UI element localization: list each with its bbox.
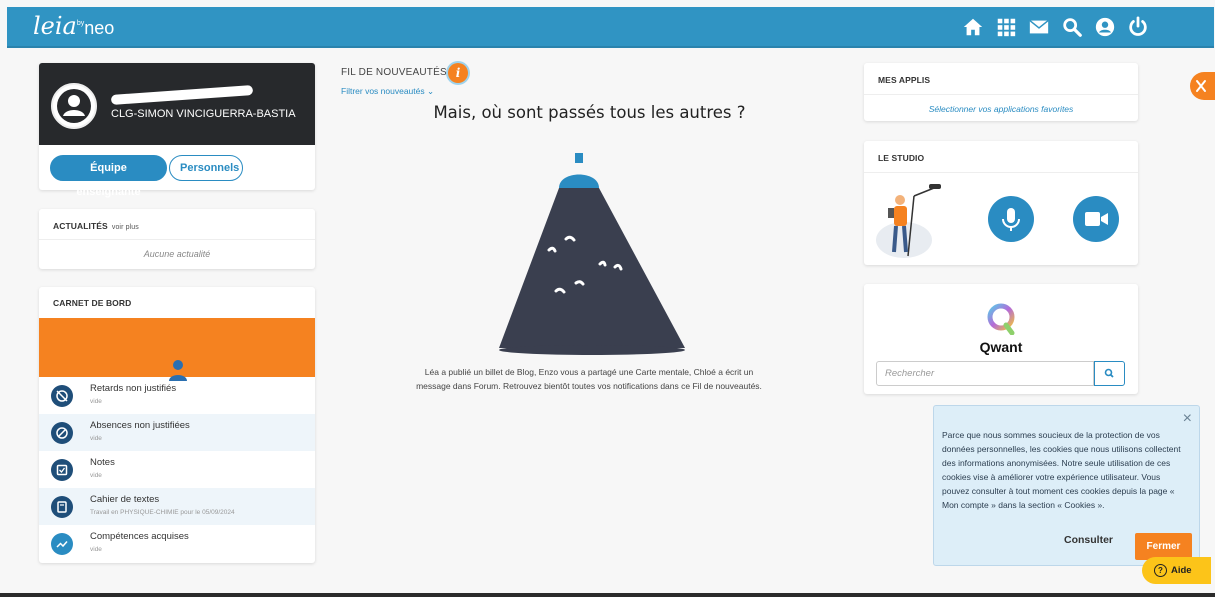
cookie-text: Parce que nous sommes soucieux de la pro… <box>942 430 1181 510</box>
search-icon[interactable] <box>1061 16 1083 38</box>
info-icon[interactable]: i <box>448 63 468 83</box>
select-favorite-apps-link[interactable]: Sélectionner vos applications favorites <box>864 104 1138 114</box>
divider <box>864 94 1138 95</box>
student-banner[interactable] <box>39 318 315 389</box>
logbook-item-homework[interactable]: Cahier de textes Travail en PHYSIQUE-CHI… <box>39 488 315 525</box>
feed-empty-heading: Mais, où sont passés tous les autres ? <box>433 103 746 122</box>
logbook-item-label: Cahier de textes <box>90 494 160 505</box>
qwant-logo-icon <box>987 303 1015 335</box>
staff-button[interactable]: Personnels <box>169 155 243 181</box>
profile-card: CLG-SIMON VINCIGUERRA-BASTIA Équipe ense… <box>39 63 315 198</box>
search-icon <box>1104 368 1114 378</box>
logbook-item-absences[interactable]: Absences non justifiées vide <box>39 414 315 451</box>
clock-off-icon <box>51 385 73 407</box>
my-apps-title: MES APPLIS <box>878 75 931 85</box>
trend-icon <box>51 533 73 555</box>
qwant-search-input[interactable] <box>876 361 1094 386</box>
video-button[interactable] <box>1073 196 1119 242</box>
book-icon <box>51 496 73 518</box>
help-icon: ? <box>1154 563 1167 577</box>
logbook-title: CARNET DE BORD <box>53 298 132 308</box>
apps-grid-icon[interactable] <box>995 16 1017 38</box>
logbook-item-late[interactable]: Retards non justifiés vide <box>39 377 315 414</box>
video-camera-icon <box>1085 212 1108 226</box>
logbook-item-sub: Travail en PHYSIQUE-CHIMIE pour le 05/09… <box>90 509 235 516</box>
logbook-item-label: Absences non justifiées <box>90 420 190 431</box>
mail-icon[interactable] <box>1028 16 1050 38</box>
feed-filter-label: Filtrer vos nouveautés <box>341 86 425 96</box>
help-label: Aide <box>1171 565 1192 576</box>
feed-empty-description: Léa a publié un billet de Blog, Enzo vou… <box>416 367 762 391</box>
microphone-icon <box>1002 208 1020 231</box>
chevron-down-icon: ⌄ <box>427 86 435 96</box>
logbook-item-label: Compétences acquises <box>90 531 189 542</box>
cookie-close-button[interactable]: Fermer <box>1135 533 1192 560</box>
divider <box>39 239 315 240</box>
spotlight-illustration <box>499 153 685 355</box>
news-card: ACTUALITÉS voir plus Aucune actualité <box>39 209 315 269</box>
studio-illustration <box>876 184 941 258</box>
power-icon[interactable] <box>1127 16 1149 38</box>
school-name: CLG-SIMON VINCIGUERRA-BASTIA <box>111 108 296 120</box>
cookie-consult-button[interactable]: Consulter <box>1064 534 1113 546</box>
avatar[interactable] <box>51 83 97 129</box>
profile-banner: CLG-SIMON VINCIGUERRA-BASTIA <box>39 63 315 145</box>
see-more-link[interactable]: voir plus <box>112 224 139 231</box>
logbook-item-label: Retards non justifiés <box>90 383 177 394</box>
logbook-card: CARNET DE BORD Retards non justifiés vid… <box>39 287 315 563</box>
top-icons <box>962 16 1149 38</box>
logbook-item-sub: vide <box>90 435 102 442</box>
user-icon[interactable] <box>1094 16 1116 38</box>
logbook-item-sub: vide <box>90 398 102 405</box>
qwant-name: Qwant <box>979 339 1023 355</box>
teaching-team-button[interactable]: Équipe enseignante <box>50 155 167 198</box>
feed-filter-dropdown[interactable]: Filtrer vos nouveautés ⌄ <box>341 86 434 97</box>
logbook-item-skills[interactable]: Compétences acquises vide <box>39 525 315 562</box>
logbook-item-sub: vide <box>90 546 102 553</box>
top-navigation-bar: leiabyneo <box>7 7 1214 48</box>
microphone-button[interactable] <box>988 196 1034 242</box>
divider <box>864 172 1138 173</box>
absence-icon <box>51 422 73 444</box>
news-empty-text: Aucune actualité <box>143 249 211 259</box>
bottom-border <box>0 593 1215 597</box>
logbook-item-notes[interactable]: Notes vide <box>39 451 315 488</box>
feed-title: FIL DE NOUVEAUTÉS <box>341 67 447 78</box>
qwant-card: Qwant <box>864 284 1138 394</box>
my-apps-card: MES APPLIS Sélectionner vos applications… <box>864 63 1138 121</box>
logbook-item-sub: vide <box>90 472 102 479</box>
tools-icon <box>1196 80 1206 92</box>
notes-icon <box>51 459 73 481</box>
tools-tab[interactable] <box>1190 72 1215 100</box>
home-icon[interactable] <box>962 16 984 38</box>
app-logo[interactable]: leiabyneo <box>33 12 114 40</box>
cookie-banner: × Parce que nous sommes soucieux de la p… <box>933 405 1200 566</box>
studio-title: LE STUDIO <box>878 153 925 163</box>
redacted-username <box>110 85 254 105</box>
logbook-item-label: Notes <box>90 457 115 468</box>
news-title: ACTUALITÉS voir plus <box>53 221 139 231</box>
studio-card: LE STUDIO <box>864 141 1138 265</box>
qwant-search-button[interactable] <box>1094 361 1125 386</box>
close-icon[interactable]: × <box>1183 411 1192 427</box>
help-button[interactable]: ? Aide <box>1142 557 1211 584</box>
